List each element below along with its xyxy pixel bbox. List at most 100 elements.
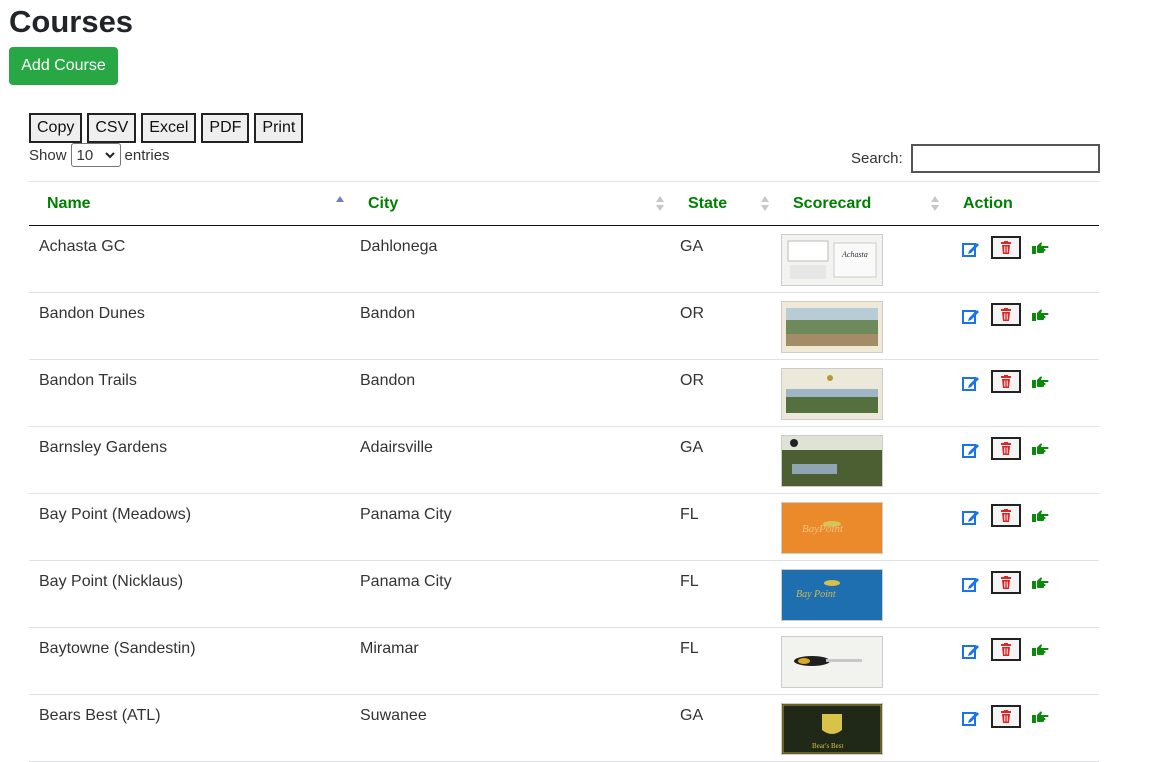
pointing-hand-icon[interactable] bbox=[1031, 442, 1049, 456]
scorecard-thumbnail[interactable]: Bay Point bbox=[781, 569, 883, 621]
scorecard-cell: Bear's Best bbox=[775, 694, 945, 762]
delete-button[interactable] bbox=[991, 638, 1021, 661]
delete-button[interactable] bbox=[991, 437, 1021, 460]
table-header-row: Name City State Scorecard Action bbox=[29, 181, 1099, 226]
svg-text:Bay Point: Bay Point bbox=[796, 589, 836, 600]
add-course-button[interactable]: Add Course bbox=[9, 47, 118, 85]
column-header-state[interactable]: State bbox=[670, 181, 775, 226]
course-name-cell: Achasta GC bbox=[29, 225, 350, 293]
course-name-cell: Bears Best (ATL) bbox=[29, 694, 350, 762]
scorecard-thumbnail[interactable] bbox=[781, 636, 883, 688]
course-state-cell: OR bbox=[670, 359, 775, 427]
delete-button[interactable] bbox=[991, 504, 1021, 527]
trash-icon bbox=[1001, 710, 1011, 723]
course-name-cell: Bandon Dunes bbox=[29, 292, 350, 360]
edit-icon[interactable] bbox=[961, 306, 981, 326]
column-header-scorecard[interactable]: Scorecard bbox=[775, 181, 945, 226]
csv-button[interactable]: CSV bbox=[87, 113, 137, 143]
course-state-cell: GA bbox=[670, 225, 775, 293]
pointing-hand-icon[interactable] bbox=[1031, 576, 1049, 590]
svg-text:Bear's Best: Bear's Best bbox=[812, 742, 843, 750]
trash-icon bbox=[1001, 509, 1011, 522]
search-control: Search: bbox=[851, 144, 1100, 173]
column-header-action: Action bbox=[945, 181, 1099, 226]
action-cell bbox=[945, 426, 1099, 494]
action-cell bbox=[945, 225, 1099, 293]
scorecard-thumbnail[interactable] bbox=[781, 301, 883, 353]
delete-button[interactable] bbox=[991, 236, 1021, 259]
delete-button[interactable] bbox=[991, 370, 1021, 393]
course-state-cell: FL bbox=[670, 493, 775, 561]
trash-icon bbox=[1001, 241, 1011, 254]
scorecard-thumbnail[interactable]: Bear's Best bbox=[781, 703, 883, 755]
courses-table: Name City State Scorecard Action Achasta… bbox=[29, 181, 1099, 762]
scorecard-thumbnail[interactable]: BayPoint bbox=[781, 502, 883, 554]
delete-button[interactable] bbox=[991, 705, 1021, 728]
table-row: Achasta GC Dahlonega GA Achasta bbox=[29, 225, 1099, 293]
column-header-city[interactable]: City bbox=[350, 181, 670, 226]
print-button[interactable]: Print bbox=[254, 113, 304, 143]
course-city-cell: Panama City bbox=[350, 493, 670, 561]
trash-icon bbox=[1001, 576, 1011, 589]
course-city-cell: Miramar bbox=[350, 627, 670, 695]
edit-icon[interactable] bbox=[961, 507, 981, 527]
entries-select-value: 10 bbox=[76, 146, 94, 164]
edit-icon[interactable] bbox=[961, 373, 981, 393]
table-row: Bay Point (Nicklaus) Panama City FL Bay Poi… bbox=[29, 560, 1099, 628]
pointing-hand-icon[interactable] bbox=[1031, 710, 1049, 724]
action-cell bbox=[945, 493, 1099, 561]
course-city-cell: Adairsville bbox=[350, 426, 670, 494]
search-input[interactable] bbox=[910, 144, 1100, 173]
table-row: Bears Best (ATL) Suwanee GA Bear's Best bbox=[29, 694, 1099, 762]
pointing-hand-icon[interactable] bbox=[1031, 241, 1049, 255]
course-name-cell: Bay Point (Nicklaus) bbox=[29, 560, 350, 628]
edit-icon[interactable] bbox=[961, 574, 981, 594]
pointing-hand-icon[interactable] bbox=[1031, 375, 1049, 389]
course-city-cell: Bandon bbox=[350, 292, 670, 360]
action-cell bbox=[945, 292, 1099, 360]
course-state-cell: FL bbox=[670, 560, 775, 628]
copy-button[interactable]: Copy bbox=[29, 113, 83, 143]
scorecard-thumbnail[interactable] bbox=[781, 435, 883, 487]
delete-button[interactable] bbox=[991, 303, 1021, 326]
action-cell bbox=[945, 694, 1099, 762]
edit-icon[interactable] bbox=[961, 239, 981, 259]
scorecard-cell: BayPoint bbox=[775, 493, 945, 561]
action-cell bbox=[945, 560, 1099, 628]
pointing-hand-icon[interactable] bbox=[1031, 643, 1049, 657]
edit-icon[interactable] bbox=[961, 440, 981, 460]
delete-button[interactable] bbox=[991, 571, 1021, 594]
trash-icon bbox=[1001, 375, 1011, 388]
scorecard-cell: Bay Point bbox=[775, 560, 945, 628]
column-header-name[interactable]: Name bbox=[29, 181, 350, 226]
pointing-hand-icon[interactable] bbox=[1031, 509, 1049, 523]
show-label: Show bbox=[29, 146, 67, 164]
course-state-cell: OR bbox=[670, 292, 775, 360]
scorecard-thumbnail[interactable] bbox=[781, 368, 883, 420]
scorecard-cell bbox=[775, 426, 945, 494]
course-city-cell: Panama City bbox=[350, 560, 670, 628]
trash-icon bbox=[1001, 442, 1011, 455]
table-row: Bandon Dunes Bandon OR bbox=[29, 292, 1099, 360]
scorecard-cell bbox=[775, 292, 945, 360]
action-cell bbox=[945, 359, 1099, 427]
table-row: Barnsley Gardens Adairsville GA bbox=[29, 426, 1099, 494]
sort-icon bbox=[761, 196, 769, 212]
edit-icon[interactable] bbox=[961, 708, 981, 728]
export-buttons: Copy CSV Excel PDF Print bbox=[29, 113, 304, 143]
edit-icon[interactable] bbox=[961, 641, 981, 661]
entries-label: entries bbox=[124, 146, 170, 164]
course-state-cell: FL bbox=[670, 627, 775, 695]
sort-icon bbox=[656, 196, 664, 212]
entries-select[interactable]: 10 bbox=[70, 143, 121, 167]
scorecard-cell bbox=[775, 359, 945, 427]
scorecard-cell bbox=[775, 627, 945, 695]
pointing-hand-icon[interactable] bbox=[1031, 308, 1049, 322]
svg-text:BayPoint: BayPoint bbox=[802, 523, 844, 535]
scorecard-thumbnail[interactable]: Achasta bbox=[781, 234, 883, 286]
excel-button[interactable]: Excel bbox=[141, 113, 197, 143]
entries-length-control: Show 10 entries bbox=[29, 143, 170, 167]
course-city-cell: Suwanee bbox=[350, 694, 670, 762]
pdf-button[interactable]: PDF bbox=[201, 113, 250, 143]
course-name-cell: Baytowne (Sandestin) bbox=[29, 627, 350, 695]
